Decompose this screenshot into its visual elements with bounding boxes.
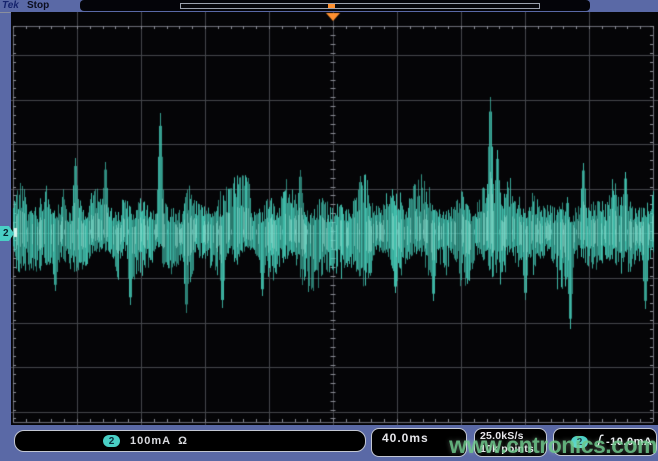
channel-2-vertical-readout[interactable]: 2 100mA Ω <box>14 430 366 452</box>
trigger-position-marker[interactable] <box>328 4 335 8</box>
time-per-division: 40.0ms <box>372 429 466 445</box>
channel-2-impedance: Ω <box>178 435 187 447</box>
sample-rate: 25.0kS/s <box>475 429 546 443</box>
acquisition-readout[interactable]: 25.0kS/s 10k points <box>474 428 547 457</box>
scope-display <box>11 12 658 425</box>
trigger-source-badge: 2 <box>571 436 588 448</box>
record-view-box <box>80 0 590 11</box>
record-view-bar[interactable] <box>180 3 540 9</box>
status-readout-bar: 2 100mA Ω 40.0ms 25.0kS/s 10k points 2 -… <box>0 425 658 461</box>
acquisition-status-label: Stop <box>27 0 49 11</box>
record-length: 10k points <box>475 443 546 456</box>
channel-2-marker-label: 2 <box>3 228 9 239</box>
trigger-level: -10.0mA <box>606 436 652 448</box>
waveform-graticule-canvas <box>11 12 658 425</box>
horizontal-scale-readout[interactable]: 40.0ms <box>371 428 467 457</box>
channel-2-scale: 100mA <box>130 435 171 447</box>
tek-logo: Tek <box>2 0 19 11</box>
channel-2-badge: 2 <box>103 435 120 447</box>
trigger-readout[interactable]: 2 -10.0mA <box>553 428 657 456</box>
falling-edge-slope-icon <box>595 434 604 450</box>
